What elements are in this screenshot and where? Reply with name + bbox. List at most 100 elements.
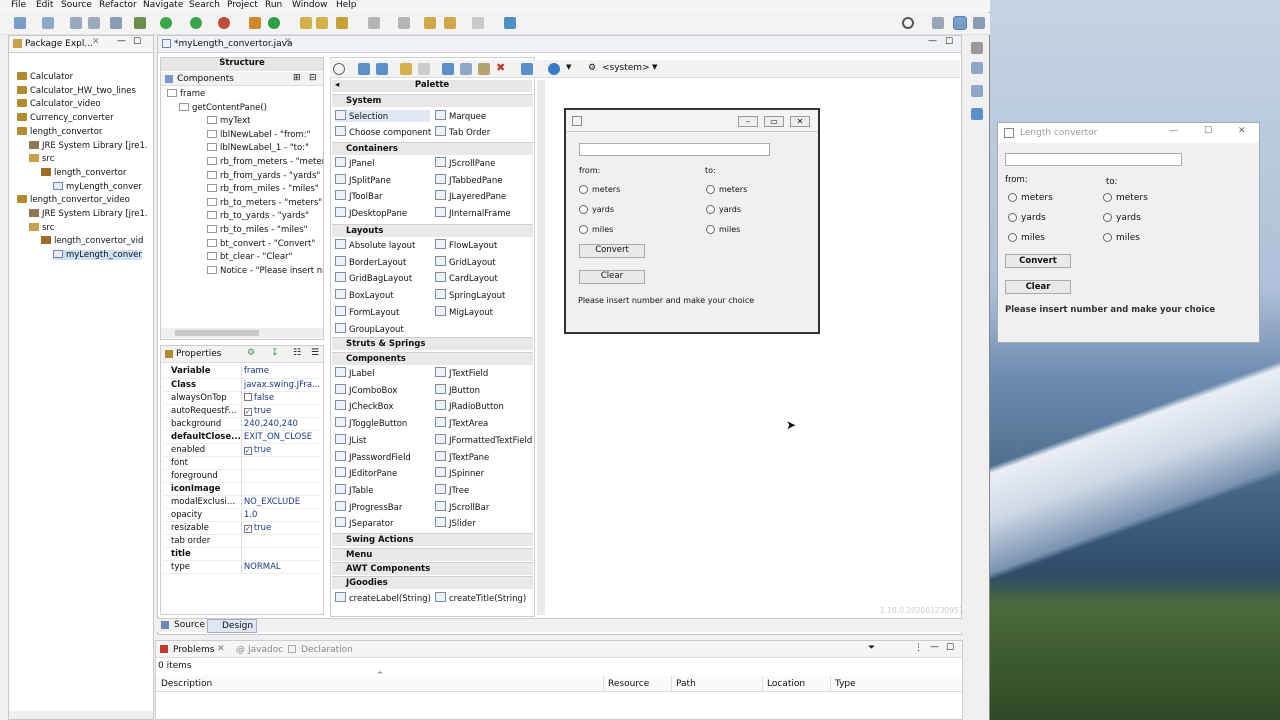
component-tree-item[interactable]: Notice - "Please insert num	[207, 265, 323, 276]
property-value[interactable]: javax.swing.JFra...	[244, 380, 320, 390]
maximize-icon[interactable]: ▭	[764, 116, 784, 127]
refresh-icon[interactable]	[358, 63, 370, 75]
package-tree-item[interactable]: src	[29, 154, 54, 164]
maximize-icon[interactable]: ☐	[1204, 126, 1212, 136]
palette-item[interactable]: SpringLayout	[435, 289, 505, 301]
palette-item[interactable]: JProgressBar	[335, 501, 402, 513]
palette-item[interactable]: JCheckBox	[335, 400, 393, 412]
globe-icon[interactable]	[548, 63, 560, 75]
minimize-icon[interactable]: —	[930, 642, 939, 652]
palette-item[interactable]: JScrollPane	[435, 157, 495, 169]
property-value[interactable]: NO_EXCLUDE	[244, 497, 300, 507]
palette-item[interactable]: BorderLayout	[335, 256, 406, 268]
menu-navigate[interactable]: Navigate	[143, 0, 183, 10]
palette-tab-order[interactable]: Tab Order	[435, 126, 490, 138]
rb-to-yards[interactable]: yards	[706, 205, 741, 214]
rb-from-miles[interactable]: miles	[1008, 233, 1045, 243]
close-icon[interactable]: ✕	[217, 644, 225, 654]
mytext-field[interactable]	[579, 143, 770, 156]
checkbox[interactable]: ✓	[243, 446, 252, 455]
package-tree-item[interactable]: src	[29, 222, 54, 233]
hierarchy-icon[interactable]	[971, 108, 983, 120]
menu-run[interactable]: Run	[265, 0, 282, 10]
clear-button[interactable]: Clear	[1005, 280, 1071, 294]
convert-button[interactable]: Convert	[1005, 254, 1071, 268]
restore-default-icon[interactable]: ☰	[311, 348, 319, 358]
property-value[interactable]: 1.0	[244, 510, 258, 520]
close-icon[interactable]: ✕	[92, 37, 100, 47]
cut-icon[interactable]	[442, 63, 454, 75]
debug-perspective-icon[interactable]	[973, 17, 985, 29]
component-tree-item[interactable]: bt_convert - "Convert"	[207, 238, 315, 249]
show-advanced-icon[interactable]: ☷	[293, 348, 301, 358]
palette-item[interactable]: MigLayout	[435, 306, 493, 318]
menu-source[interactable]: Source	[61, 0, 92, 10]
component-tree-item[interactable]: lblNewLabel_1 - "to:"	[207, 143, 309, 153]
pin-editor-icon[interactable]	[504, 17, 516, 29]
horizontal-scrollbar[interactable]	[161, 328, 323, 338]
palette-selection[interactable]: Selection	[335, 110, 430, 122]
package-tree-item[interactable]: Calculator	[17, 72, 73, 82]
package-explorer-tab[interactable]: Package Expl... ✕ — ☐	[9, 36, 153, 53]
column-path[interactable]: Path	[671, 676, 696, 692]
minimize-icon[interactable]: —	[928, 36, 937, 46]
column-location[interactable]: Location	[762, 676, 805, 692]
property-row[interactable]: autoRequestF... ✓ true	[163, 404, 321, 418]
goto-definition-icon[interactable]: ↧	[271, 348, 279, 358]
property-row[interactable]: font	[163, 456, 321, 470]
rb-to-meters[interactable]: meters	[1103, 193, 1148, 203]
close-icon[interactable]: ✕	[790, 116, 810, 127]
number-input[interactable]	[1005, 153, 1182, 166]
coverage-icon[interactable]	[190, 17, 202, 29]
package-tree-item[interactable]: length_convertor_video	[17, 195, 130, 205]
length-convertor-window[interactable]: Length convertor — ☐ ✕ from: to: meters …	[997, 122, 1260, 343]
new-icon[interactable]	[14, 17, 26, 29]
palette-item[interactable]: JPasswordField	[335, 451, 411, 463]
paste-icon[interactable]	[478, 63, 490, 75]
palette-item[interactable]: GroupLayout	[335, 323, 404, 335]
menu-window[interactable]: Window	[292, 0, 328, 10]
property-row[interactable]: enabled ✓ true	[163, 443, 321, 457]
run-icon[interactable]	[160, 17, 172, 29]
show-events-icon[interactable]: ⚙	[247, 348, 255, 358]
rb-from-miles[interactable]: miles	[579, 225, 613, 234]
component-tree-item[interactable]: rb_from_miles - "miles"	[207, 184, 319, 194]
palette-item[interactable]: JTree	[435, 484, 469, 496]
property-value[interactable]: frame	[244, 366, 269, 376]
perspective-icon[interactable]	[932, 17, 944, 29]
palette-section-jgoodies[interactable]: JGoodies	[332, 576, 533, 589]
column-description[interactable]: Description	[161, 679, 212, 689]
grid-icon[interactable]	[521, 63, 533, 75]
palette-section-system[interactable]: System	[332, 94, 533, 107]
maximize-icon[interactable]: ☐	[945, 37, 953, 47]
filter-icon[interactable]: ⏷	[868, 643, 875, 653]
convert-button[interactable]: Convert	[579, 244, 645, 258]
property-value[interactable]: false	[254, 393, 274, 403]
maximize-icon[interactable]: ☐	[946, 643, 954, 653]
palette-item[interactable]: JInternalFrame	[435, 207, 511, 219]
palette-item[interactable]: JTextPane	[435, 451, 489, 463]
prev-annotation-icon[interactable]	[398, 17, 410, 29]
minimize-icon[interactable]: –	[738, 116, 758, 127]
palette-item[interactable]: JPanel	[335, 157, 374, 169]
property-row[interactable]: type NORMAL	[163, 560, 321, 574]
next-annotation-icon[interactable]	[368, 17, 380, 29]
package-tree-item[interactable]: Calculator_HW_two_lines	[17, 85, 136, 96]
column-type[interactable]: Type	[830, 676, 856, 692]
palette-item[interactable]: JSeparator	[335, 517, 393, 529]
rb-to-miles[interactable]: miles	[1103, 233, 1140, 243]
palette-section-swing-actions[interactable]: Swing Actions	[332, 533, 533, 546]
palette-item[interactable]: JDesktopPane	[335, 207, 407, 219]
collapse-all-icon[interactable]: ⊟	[309, 73, 317, 83]
chevron-down-icon[interactable]: ▼	[652, 63, 657, 71]
test-gui-icon[interactable]	[333, 63, 345, 75]
rb-to-yards[interactable]: yards	[1103, 213, 1141, 223]
component-tree-item[interactable]: bt_clear - "Clear"	[207, 252, 292, 262]
menu-help[interactable]: Help	[336, 0, 357, 10]
property-row[interactable]: Class javax.swing.JFra...	[163, 378, 321, 392]
look-and-feel-select[interactable]: <system>	[602, 63, 650, 73]
checkbox[interactable]: ✓	[243, 524, 252, 533]
open-type-icon[interactable]	[300, 17, 312, 29]
property-row[interactable]: foreground	[163, 469, 321, 483]
component-tree-item[interactable]: lblNewLabel - "from:"	[207, 129, 311, 140]
